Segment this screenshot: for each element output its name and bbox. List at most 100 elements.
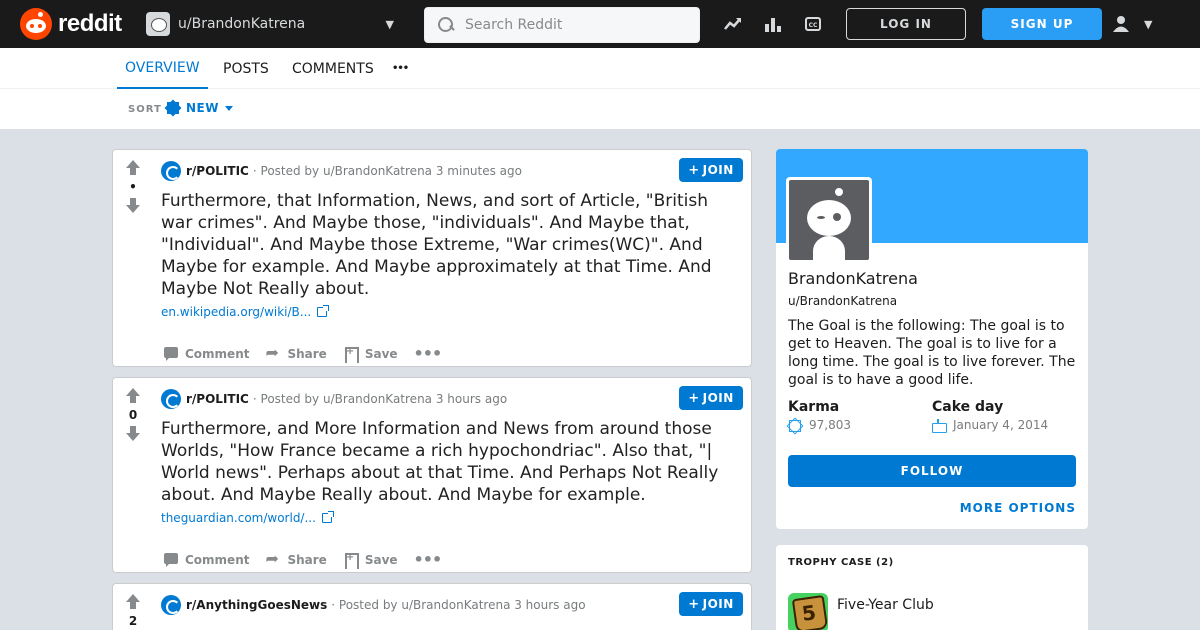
search-input[interactable] [465, 17, 685, 33]
post-actions: Comment Share Save ••• [161, 546, 455, 572]
sort-label: SORT [128, 104, 162, 115]
chevron-down-icon: ▼ [385, 17, 394, 31]
post-byline: · Posted by u/BrandonKatrena 3 hours ago [331, 598, 586, 612]
comment-icon [163, 552, 179, 568]
karma-label: Karma [788, 399, 840, 415]
tab-overview[interactable]: OVERVIEW [117, 48, 208, 89]
more-options-icon[interactable]: ••• [412, 340, 444, 366]
comment-label: Comment [185, 552, 250, 567]
closed-captions-icon[interactable]: CC [801, 12, 825, 36]
save-button[interactable]: Save [341, 342, 400, 366]
snoo-logo-icon [20, 8, 52, 40]
cake-icon [932, 419, 947, 433]
share-button[interactable]: Share [263, 342, 328, 366]
karma-icon [788, 419, 801, 432]
comment-label: Comment [185, 346, 250, 361]
profile-bio: The Goal is the following: The goal is t… [788, 318, 1076, 388]
post-card[interactable]: • r/POLITIC · Posted by u/BrandonKatrena… [112, 149, 752, 367]
user-menu[interactable]: ▼ [1112, 12, 1162, 36]
cakeday-date: January 4, 2014 [953, 418, 1049, 432]
downvote-icon[interactable] [126, 198, 140, 214]
join-button[interactable]: + JOIN [679, 592, 743, 616]
post-card[interactable]: 2 r/AnythingGoesNews · Posted by u/Brand… [112, 583, 752, 630]
user-dropdown-label: u/BrandonKatrena [178, 16, 306, 32]
post-meta: r/POLITIC · Posted by u/BrandonKatrena 3… [161, 389, 507, 409]
downvote-icon[interactable] [126, 426, 140, 442]
upvote-icon[interactable] [126, 388, 140, 404]
sort-value: NEW [186, 101, 219, 115]
snoo-avatar-icon [789, 180, 869, 260]
subreddit-link[interactable]: r/POLITIC [186, 164, 249, 178]
trophy-case: TROPHY CASE (2) 5 Five-Year Club [776, 545, 1088, 630]
post-byline: · Posted by u/BrandonKatrena 3 minutes a… [252, 164, 522, 178]
plus-icon: + [688, 596, 700, 612]
tab-posts[interactable]: POSTS [223, 48, 269, 89]
profile-tabs: OVERVIEW POSTS COMMENTS ••• [0, 48, 1200, 89]
plus-icon: + [688, 162, 700, 178]
upvote-icon[interactable] [126, 594, 140, 610]
karma-count: 97,803 [809, 418, 851, 432]
bookmark-icon [343, 552, 359, 569]
vote-score: 2 [128, 614, 138, 628]
user-avatar-icon [146, 12, 170, 36]
search-icon [437, 16, 455, 34]
tab-comments[interactable]: COMMENTS [292, 48, 374, 89]
save-button[interactable]: Save [341, 548, 400, 572]
user-dropdown[interactable]: u/BrandonKatrena ▼ [146, 10, 400, 38]
share-label: Share [287, 346, 327, 361]
vote-column: • [113, 150, 153, 366]
upvote-icon[interactable] [126, 160, 140, 176]
join-label: JOIN [702, 163, 734, 177]
post-link[interactable]: theguardian.com/world/... [161, 511, 334, 525]
comment-button[interactable]: Comment [161, 342, 251, 366]
share-button[interactable]: Share [263, 548, 328, 572]
leaderboard-icon[interactable] [761, 12, 785, 36]
join-label: JOIN [702, 597, 734, 611]
top-header: reddit u/BrandonKatrena ▼ CC LOG IN SIGN… [0, 0, 1200, 48]
chevron-down-icon: ▼ [1144, 17, 1153, 31]
comment-icon [163, 346, 179, 362]
profile-handle: u/BrandonKatrena [788, 294, 898, 308]
post-actions: Comment Share Save ••• [161, 340, 455, 366]
vote-score: • [129, 180, 137, 194]
more-options-icon[interactable]: ••• [412, 546, 444, 572]
post-byline: · Posted by u/BrandonKatrena 3 hours ago [252, 392, 508, 406]
join-button[interactable]: + JOIN [679, 386, 743, 410]
post-meta: r/POLITIC · Posted by u/BrandonKatrena 3… [161, 161, 522, 181]
post-title[interactable]: Furthermore, and More Information and Ne… [161, 418, 743, 506]
reddit-logo[interactable]: reddit [20, 8, 122, 40]
sort-dropdown[interactable]: NEW [166, 101, 233, 115]
login-button[interactable]: LOG IN [846, 8, 966, 40]
external-link-icon [321, 511, 334, 523]
profile-avatar [786, 177, 872, 263]
external-link-icon [317, 305, 330, 317]
new-burst-icon [166, 101, 180, 115]
subreddit-link[interactable]: r/POLITIC [186, 392, 249, 406]
subreddit-icon[interactable] [161, 389, 181, 409]
bookmark-icon [343, 346, 359, 363]
post-card[interactable]: 0 r/POLITIC · Posted by u/BrandonKatrena… [112, 377, 752, 573]
post-link[interactable]: en.wikipedia.org/wiki/B... [161, 305, 330, 319]
subreddit-icon[interactable] [161, 595, 181, 615]
search-bar[interactable] [424, 7, 700, 43]
save-label: Save [364, 346, 398, 361]
post-meta: r/AnythingGoesNews · Posted by u/Brandon… [161, 595, 586, 615]
subreddit-link[interactable]: r/AnythingGoesNews [186, 598, 327, 612]
sort-bar: SORT NEW [0, 89, 1200, 129]
join-button[interactable]: + JOIN [679, 158, 743, 182]
trending-icon[interactable] [721, 12, 745, 36]
more-tabs-button[interactable]: ••• [392, 48, 409, 89]
share-icon [265, 343, 281, 362]
trophy-case-title: TROPHY CASE (2) [788, 557, 894, 568]
subreddit-icon[interactable] [161, 161, 181, 181]
signup-button[interactable]: SIGN UP [982, 8, 1102, 40]
vote-column: 0 [113, 378, 153, 572]
chevron-down-icon [224, 105, 233, 111]
cakeday-label: Cake day [932, 399, 1004, 415]
follow-button[interactable]: FOLLOW [788, 455, 1076, 487]
post-link-text: theguardian.com/world/... [161, 511, 316, 525]
profile-card: BrandonKatrena u/BrandonKatrena The Goal… [776, 149, 1088, 529]
post-title[interactable]: Furthermore, that Information, News, and… [161, 190, 743, 300]
comment-button[interactable]: Comment [161, 548, 251, 572]
more-options-button[interactable]: MORE OPTIONS [960, 501, 1076, 515]
